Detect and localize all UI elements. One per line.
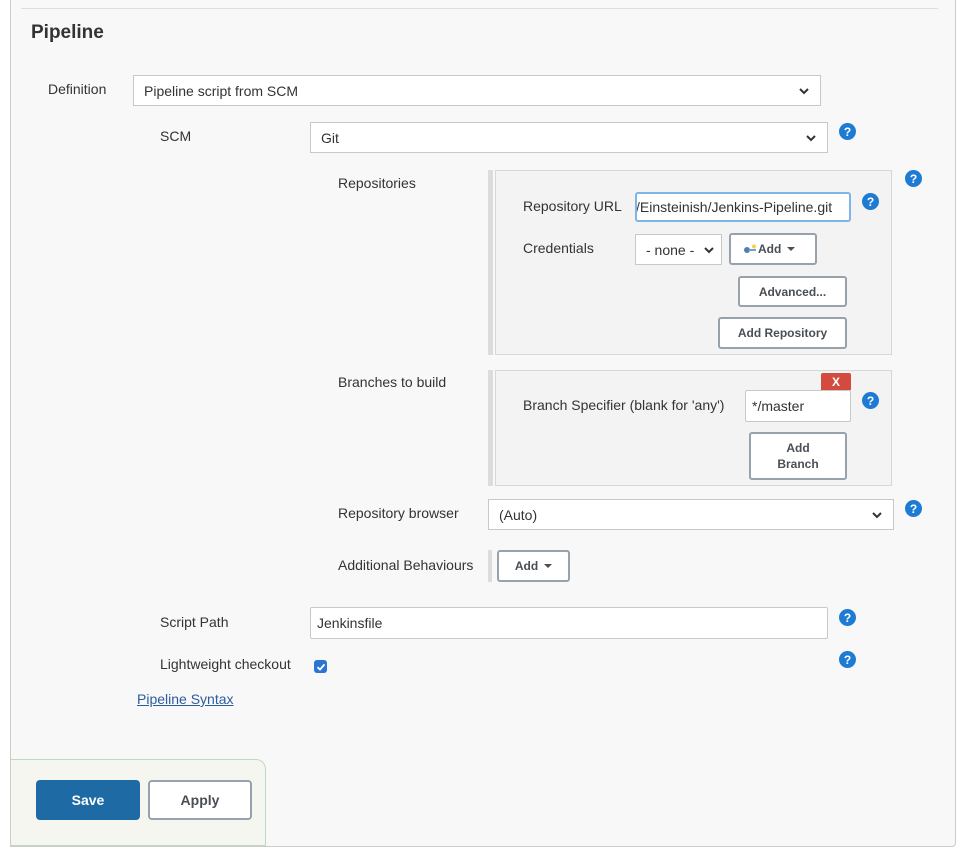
credentials-add-button[interactable]: Add xyxy=(729,233,817,265)
repositories-label: Repositories xyxy=(338,175,416,191)
key-icon xyxy=(744,244,756,253)
definition-select-value: Pipeline script from SCM xyxy=(144,82,299,99)
help-icon[interactable]: ? xyxy=(862,193,879,210)
script-path-label: Script Path xyxy=(160,614,229,630)
help-icon[interactable]: ? xyxy=(905,500,922,517)
additional-behaviours-label: Additional Behaviours xyxy=(338,557,474,573)
save-button[interactable]: Save xyxy=(36,780,140,820)
help-icon[interactable]: ? xyxy=(862,392,879,409)
branch-specifier-label: Branch Specifier (blank for 'any') xyxy=(523,397,725,413)
repository-url-value: /Einsteinish/Jenkins-Pipeline.git xyxy=(636,199,833,215)
credentials-add-label: Add xyxy=(758,242,782,256)
advanced-button[interactable]: Advanced... xyxy=(738,276,847,307)
branch-specifier-input[interactable]: */master xyxy=(745,390,851,422)
additional-behaviours-add-label: Add xyxy=(514,559,539,573)
help-icon[interactable]: ? xyxy=(839,123,856,140)
help-icon[interactable]: ? xyxy=(905,170,922,187)
scm-label: SCM xyxy=(160,128,192,144)
credentials-select[interactable]: - none - xyxy=(635,234,722,265)
section-divider xyxy=(21,8,938,9)
repository-url-label: Repository URL xyxy=(523,198,622,214)
script-path-value: Jenkinsfile xyxy=(317,615,383,631)
add-repository-button[interactable]: Add Repository xyxy=(718,317,847,349)
pipeline-syntax-link[interactable]: Pipeline Syntax xyxy=(137,691,234,707)
additional-behaviours-add-button[interactable]: Add xyxy=(497,550,570,582)
add-branch-label: Add Branch xyxy=(777,441,819,471)
lightweight-checkout-label: Lightweight checkout xyxy=(160,656,291,672)
lightweight-checkout-checkbox[interactable] xyxy=(314,660,327,673)
definition-select[interactable]: Pipeline script from SCM xyxy=(133,75,821,106)
branches-label: Branches to build xyxy=(338,374,447,390)
chevron-down-icon xyxy=(799,87,809,94)
delete-branch-button[interactable]: X xyxy=(821,373,851,390)
repository-browser-select[interactable]: (Auto) xyxy=(488,499,894,530)
chevron-down-icon xyxy=(806,134,816,141)
repository-browser-label: Repository browser xyxy=(338,505,459,521)
add-branch-button[interactable]: Add Branch xyxy=(749,432,847,480)
scm-select-value: Git xyxy=(321,129,339,146)
additional-behaviours-drag-handle[interactable] xyxy=(488,550,492,582)
help-icon[interactable]: ? xyxy=(839,651,856,668)
branches-drag-handle[interactable] xyxy=(488,370,493,486)
chevron-down-icon xyxy=(872,511,882,518)
section-title: Pipeline xyxy=(31,22,104,43)
help-icon[interactable]: ? xyxy=(839,609,856,626)
caret-down-icon xyxy=(787,247,796,251)
caret-down-icon xyxy=(544,564,553,568)
credentials-label: Credentials xyxy=(523,240,594,256)
credentials-select-value: - none - xyxy=(646,241,695,258)
scm-select[interactable]: Git xyxy=(310,122,828,153)
apply-button[interactable]: Apply xyxy=(148,780,252,820)
repository-browser-value: (Auto) xyxy=(499,506,538,523)
repositories-drag-handle[interactable] xyxy=(488,170,493,355)
checkmark-icon xyxy=(316,663,325,671)
definition-label: Definition xyxy=(48,81,107,97)
chevron-down-icon xyxy=(704,246,714,253)
repository-url-input[interactable]: /Einsteinish/Jenkins-Pipeline.git xyxy=(635,192,851,222)
script-path-input[interactable]: Jenkinsfile xyxy=(310,607,828,639)
branch-specifier-value: */master xyxy=(752,398,805,414)
